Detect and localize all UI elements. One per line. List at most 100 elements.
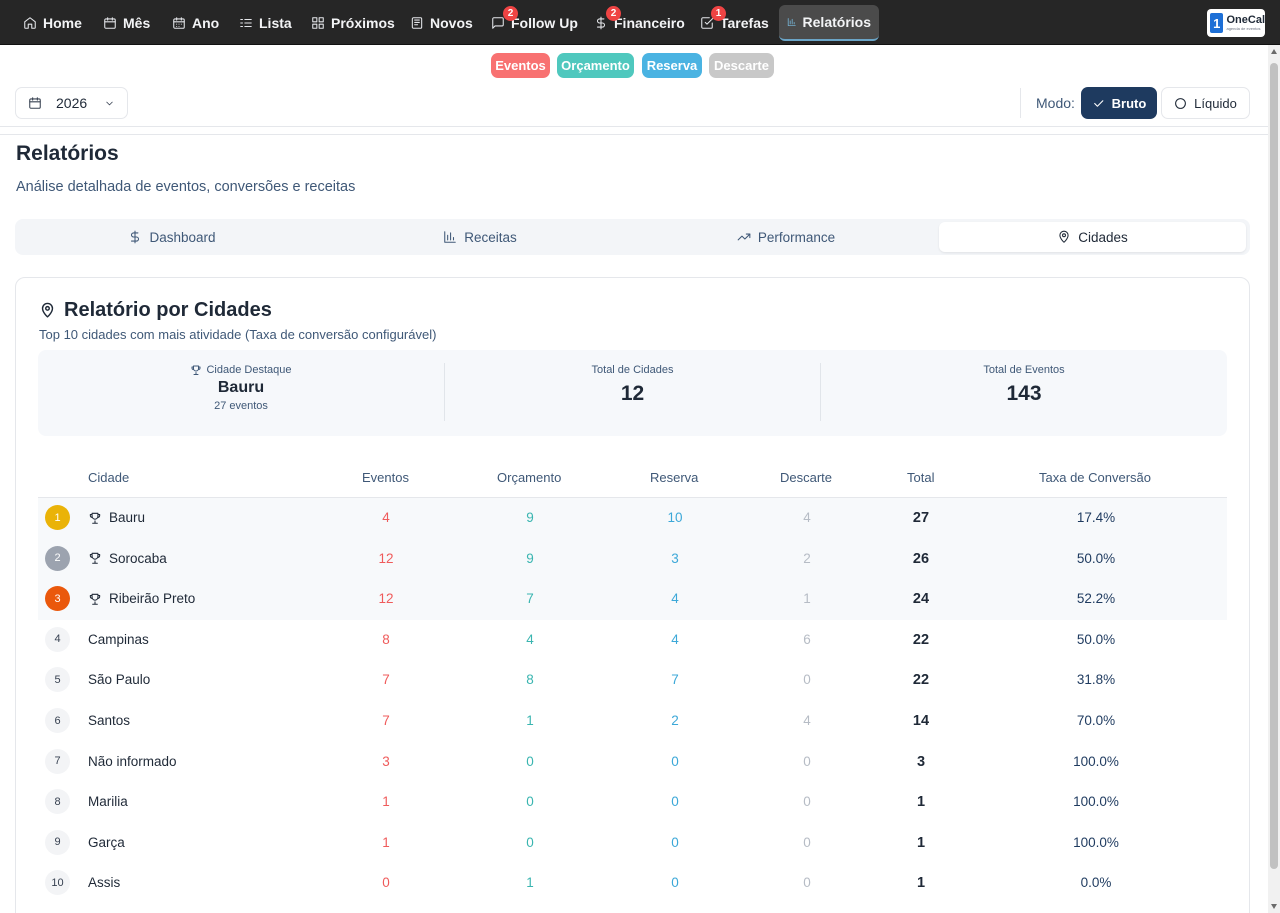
table-row[interactable]: 7 Não informado 3 0 0 0 3 100.0% — [38, 742, 1227, 783]
cell-reserva: 2 — [671, 713, 679, 728]
cell-descarte: 0 — [803, 794, 811, 810]
scroll-down-arrow[interactable] — [1271, 904, 1277, 909]
summary-label: Total de Cidades — [591, 364, 674, 376]
cell-total: 22 — [912, 672, 930, 689]
page-subtitle: Análise detalhada de eventos, conversões… — [16, 179, 356, 195]
city-name: Santos — [88, 713, 131, 728]
table-row[interactable]: 9 Garça 1 0 0 0 1 100.0% — [38, 823, 1227, 864]
cell-descarte: 0 — [803, 753, 811, 769]
city-name: Assis — [88, 875, 121, 891]
city-cell: Não informado — [88, 754, 177, 769]
bar-chart-icon — [444, 231, 457, 243]
cell-eventos: 8 — [382, 631, 390, 647]
cell-taxa-conversao: 70.0% — [1076, 713, 1116, 728]
year-select[interactable]: 2026 — [15, 87, 128, 119]
column-header-descarte[interactable]: Descarte — [780, 470, 832, 485]
rank-badge: 2 — [45, 545, 70, 571]
nav-follow-up[interactable]: Follow Up 2 — [483, 5, 586, 41]
nav-relatorios[interactable]: Relatórios — [779, 5, 879, 41]
tab-cidades[interactable]: Cidades — [939, 222, 1246, 252]
map-pin-icon — [1059, 230, 1069, 243]
tab-dashboard[interactable]: Dashboard — [18, 222, 326, 252]
nav-home[interactable]: Home — [15, 5, 90, 41]
summary-value: 143 — [1006, 382, 1042, 405]
rank-badge: 4 — [45, 626, 70, 652]
calendar-days-icon — [173, 17, 185, 29]
cell-taxa-conversao: 100.0% — [1073, 794, 1119, 810]
tab-performance[interactable]: Performance — [634, 222, 938, 252]
nav-label: Ano — [192, 15, 220, 31]
header-divider-line — [0, 134, 1268, 135]
table-row[interactable]: 2 Sorocaba 12 9 3 2 26 50.0% — [38, 538, 1227, 580]
column-header-cidade[interactable]: Cidade — [88, 470, 129, 485]
cell-orcamento: 9 — [526, 510, 534, 525]
app-logo[interactable]: 1 OneCal agenda de eventos — [1207, 9, 1265, 37]
table-row[interactable]: 10 Assis 0 1 0 0 1 0.0% — [38, 863, 1227, 904]
table-row[interactable]: 6 Santos 7 1 2 4 14 70.0% — [38, 701, 1227, 742]
chevron-down-icon — [106, 101, 113, 106]
city-cell: Santos — [88, 713, 130, 728]
city-name: Não informado — [88, 753, 177, 769]
rank-badge: 1 — [45, 505, 70, 530]
city-cell: Marilia — [88, 794, 128, 809]
nav-tarefas[interactable]: Tarefas 1 — [692, 5, 777, 41]
cell-eventos: 7 — [382, 713, 390, 728]
cell-reserva: 0 — [671, 753, 679, 769]
top-navigation: Home Mês Ano Lista Próximos Novos Follow… — [0, 0, 1280, 45]
toolbar-divider-line — [0, 126, 1268, 127]
column-header-total[interactable]: Total — [907, 470, 934, 485]
nav-label: Próximos — [331, 15, 395, 31]
page-scrollbar[interactable] — [1268, 45, 1280, 913]
tab-label: Cidades — [1078, 229, 1128, 245]
cell-descarte: 0 — [803, 875, 811, 891]
city-cell: Garça — [88, 835, 125, 850]
mode-liquido-label: Líquido — [1194, 95, 1237, 111]
cell-taxa-conversao: 0.0% — [1080, 875, 1112, 891]
cell-taxa-conversao: 31.8% — [1076, 672, 1116, 688]
cell-eventos: 12 — [378, 550, 394, 566]
mode-bruto-button[interactable]: Bruto — [1081, 87, 1157, 119]
column-header-reserva[interactable]: Reserva — [650, 470, 698, 485]
column-header-taxa[interactable]: Taxa de Conversão — [1039, 470, 1151, 485]
table-row[interactable]: 3 Ribeirão Preto 12 7 4 1 24 52.2% — [38, 579, 1227, 620]
nav-novos[interactable]: Novos — [402, 5, 481, 41]
rank-badge: 9 — [45, 829, 70, 855]
cell-orcamento: 1 — [526, 713, 534, 728]
city-cell: Assis — [88, 875, 120, 890]
table-row[interactable]: 1 Bauru 4 9 10 4 27 17.4% — [38, 498, 1227, 539]
legend-chip-eventos: Eventos — [491, 53, 550, 78]
tab-receitas[interactable]: Receitas — [326, 222, 634, 252]
nav-label: Novos — [430, 15, 473, 31]
mode-liquido-button[interactable]: Líquido — [1161, 87, 1250, 119]
cell-total: 1 — [916, 794, 926, 811]
notification-badge: 2 — [606, 6, 621, 21]
rank-badge: 6 — [45, 708, 70, 733]
column-header-eventos[interactable]: Eventos — [362, 470, 409, 485]
table-row[interactable]: 5 São Paulo 7 8 7 0 22 31.8% — [38, 660, 1227, 701]
summary-value: 12 — [620, 382, 645, 405]
cell-eventos: 12 — [378, 591, 394, 607]
scroll-thumb[interactable] — [1270, 63, 1278, 869]
cell-orcamento: 7 — [526, 591, 534, 607]
check-icon — [1093, 99, 1104, 107]
year-value: 2026 — [56, 95, 88, 111]
nav-proximos[interactable]: Próximos — [303, 5, 403, 41]
nav-ano[interactable]: Ano — [164, 5, 227, 41]
table-row[interactable]: 4 Campinas 8 4 4 6 22 50.0% — [38, 620, 1227, 661]
cell-taxa-conversao: 100.0% — [1073, 753, 1119, 769]
nav-financeiro[interactable]: Financeiro 2 — [586, 5, 693, 41]
map-pin-icon — [41, 302, 54, 318]
column-header-orcamento[interactable]: Orçamento — [497, 470, 561, 485]
legend-chip-orcamento: Orçamento — [557, 53, 634, 78]
city-cell: Sorocaba — [88, 551, 167, 566]
calendar-icon — [29, 97, 41, 109]
rank-badge: 7 — [45, 748, 70, 774]
toolbar-divider — [1020, 88, 1021, 118]
summary-total-events: Total de Eventos 143 — [821, 350, 1227, 436]
city-name: Sorocaba — [109, 550, 167, 566]
table-row[interactable]: 8 Marilia 1 0 0 0 1 100.0% — [38, 782, 1227, 823]
nav-mes[interactable]: Mês — [95, 5, 158, 41]
nav-lista[interactable]: Lista — [231, 5, 300, 41]
nav-label: Mês — [123, 15, 151, 31]
scroll-up-arrow[interactable] — [1271, 49, 1277, 54]
